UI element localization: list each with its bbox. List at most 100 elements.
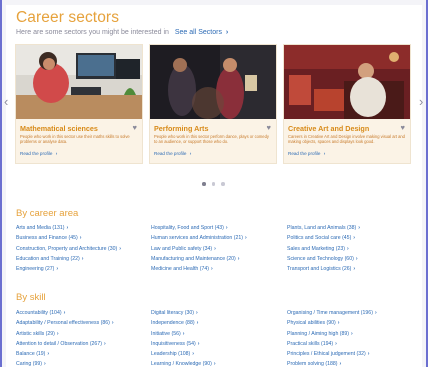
category-link[interactable]: Transport and Logistics (26) › <box>287 264 360 274</box>
sector-card-mathematical-sciences[interactable]: Mathematical sciences ♥ People who work … <box>15 44 143 164</box>
heart-icon[interactable]: ♥ <box>401 123 405 132</box>
chevron-right-icon: › <box>213 361 216 367</box>
performing-arts-image <box>150 45 276 119</box>
by-skill-heading: By skill <box>16 292 46 303</box>
category-link[interactable]: Plants, Land and Animals (38) › <box>287 223 360 233</box>
career-area-column-1: Arts and Media (131) › Business and Financ… <box>16 223 121 274</box>
chevron-right-icon: › <box>189 151 192 156</box>
chevron-right-icon: › <box>358 225 360 231</box>
sector-card-creative-art-and-design[interactable]: Creative Art and Design ♥ Careers in Cre… <box>283 44 411 164</box>
category-label: Education and Training (22) <box>16 255 80 262</box>
category-link[interactable]: Hospitality, Food and Sport (43) › <box>151 223 247 233</box>
see-all-sectors-link[interactable]: See all Sectors › <box>175 29 228 36</box>
see-all-label: See all Sectors <box>174 29 222 36</box>
category-label: Principles / Ethical judgement (32) <box>287 351 366 358</box>
category-link[interactable]: Arts and Media (131) › <box>16 223 121 233</box>
category-link[interactable]: Principles / Ethical judgement (32) › <box>287 349 377 359</box>
chevron-right-icon: › <box>103 340 106 347</box>
card-title: Creative Art and Design <box>288 124 370 133</box>
chevron-right-icon: › <box>56 266 59 273</box>
chevron-right-icon: › <box>353 266 356 273</box>
chevron-right-icon: › <box>339 361 342 367</box>
category-link[interactable]: Balance (19) › <box>16 349 114 359</box>
category-label: Business and Finance (45) <box>16 235 78 242</box>
carousel-dot-active[interactable] <box>202 182 206 186</box>
chevron-right-icon: › <box>47 351 50 358</box>
chevron-right-icon: › <box>192 351 194 358</box>
category-link[interactable]: Practical skills (194) › <box>287 339 377 349</box>
chevron-right-icon: › <box>119 245 121 252</box>
category-link[interactable]: Digital literacy (30) › <box>151 308 216 318</box>
category-link[interactable]: Leadership (108) › <box>151 349 216 359</box>
category-link[interactable]: Learning / Knowledge (90) › <box>151 359 216 367</box>
carousel-next-arrow[interactable]: › <box>419 94 423 109</box>
category-link[interactable]: Construction, Property and Architecture … <box>16 244 121 254</box>
chevron-right-icon: › <box>196 320 199 327</box>
read-profile-label: Read the profile <box>154 151 187 156</box>
category-link[interactable]: Independence (88) › <box>151 318 216 328</box>
card-description: Careers in Creative Art and Design invol… <box>288 134 405 144</box>
category-label: Sales and Marketing (23) <box>287 245 345 252</box>
category-label: Hospitality, Food and Sport (43) <box>151 225 224 231</box>
category-link[interactable]: Sales and Marketing (23) › <box>287 244 360 254</box>
category-link[interactable]: Business and Finance (45) › <box>16 233 121 243</box>
category-link[interactable]: Law and Public safety (34) › <box>151 244 247 254</box>
card-description: People who work in this sector use their… <box>20 134 130 144</box>
category-link[interactable]: Attention to detail / Observation (267) › <box>16 339 114 349</box>
subtitle-text: Here are some sectors you might be inter… <box>16 29 169 36</box>
career-area-column-2: Hospitality, Food and Sport (43) › Human s… <box>151 223 247 274</box>
chevron-right-icon: › <box>79 235 82 242</box>
sector-card-performing-arts[interactable]: Performing Arts ♥ People who work in thi… <box>149 44 277 164</box>
category-label: Organising / Time management (196) <box>287 310 373 316</box>
category-link[interactable]: Medicine and Health (74) › <box>151 264 247 274</box>
chevron-right-icon: › <box>182 330 185 337</box>
card-title: Mathematical sciences <box>20 124 98 133</box>
read-profile-link[interactable]: Read the profile › <box>20 151 57 156</box>
category-link[interactable]: Physical abilities (90) › <box>287 318 377 328</box>
category-label: Caring (99) <box>16 361 42 367</box>
carousel-dot[interactable] <box>221 182 225 186</box>
category-link[interactable]: Accountability (104) › <box>16 308 114 318</box>
category-link[interactable]: Engineering (27) › <box>16 264 121 274</box>
chevron-right-icon: › <box>195 310 198 316</box>
page-title: Career sectors <box>16 9 120 26</box>
category-label: Accountability (104) <box>16 310 62 316</box>
category-label: Arts and Media (131) <box>16 225 65 231</box>
chevron-right-icon: › <box>337 320 340 327</box>
carousel-prev-arrow[interactable]: ‹ <box>4 94 8 109</box>
category-link[interactable]: Initiative (56) › <box>151 329 216 339</box>
chevron-right-icon: › <box>244 235 247 242</box>
category-link[interactable]: Caring (99) › <box>16 359 114 367</box>
chevron-right-icon: › <box>111 320 114 327</box>
category-label: Politics and Social care (45) <box>287 235 352 242</box>
carousel-dot[interactable] <box>211 182 215 186</box>
chevron-right-icon: › <box>367 351 370 358</box>
category-label: Digital literacy (30) <box>151 310 194 316</box>
chevron-right-icon: › <box>63 310 66 316</box>
creative-art-and-design-image <box>284 45 410 119</box>
heart-icon[interactable]: ♥ <box>133 123 137 132</box>
category-link[interactable]: Problem solving (188) › <box>287 359 377 367</box>
category-link[interactable]: Human services and Administration (21) › <box>151 233 247 243</box>
chevron-right-icon: › <box>346 245 349 252</box>
category-link[interactable]: Education and Training (22) › <box>16 254 121 264</box>
category-link[interactable]: Inquisitiveness (54) › <box>151 339 216 349</box>
category-link[interactable]: Artistic skills (29) › <box>16 329 114 339</box>
heart-icon[interactable]: ♥ <box>267 123 271 132</box>
chevron-right-icon: › <box>197 340 200 347</box>
category-link[interactable]: Manufacturing and Maintenance (20) › <box>151 254 247 264</box>
category-link[interactable]: Adaptability / Personal effectiveness (8… <box>16 318 114 328</box>
category-link[interactable]: Politics and Social care (45) › <box>287 233 360 243</box>
read-profile-link[interactable]: Read the profile › <box>288 151 325 156</box>
category-link[interactable]: Science and Technology (60) › <box>287 254 360 264</box>
mathematical-sciences-image <box>16 45 142 119</box>
chevron-right-icon: › <box>55 151 58 156</box>
category-label: Independence (88) <box>151 320 195 327</box>
category-link[interactable]: Planning / Aiming high (89) › <box>287 329 377 339</box>
chevron-right-icon: › <box>210 266 213 273</box>
category-link[interactable]: Organising / Time management (196) › <box>287 308 377 318</box>
read-profile-link[interactable]: Read the profile › <box>154 151 191 156</box>
chevron-right-icon: › <box>225 225 228 231</box>
category-label: Problem solving (188) <box>287 361 338 367</box>
chevron-right-icon: › <box>335 340 337 347</box>
